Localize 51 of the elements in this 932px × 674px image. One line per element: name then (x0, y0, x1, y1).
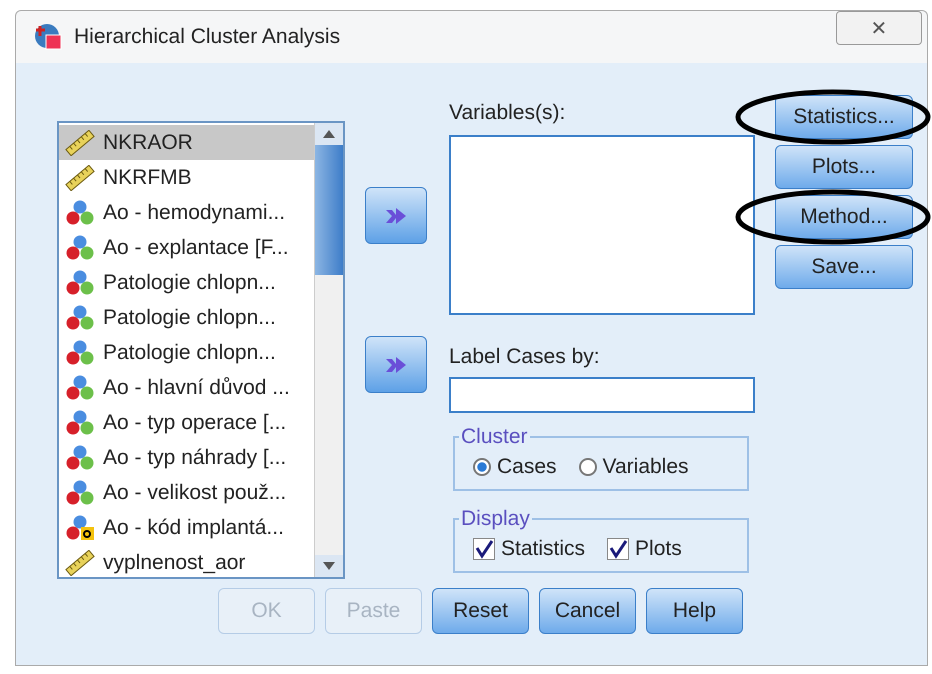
variable-item[interactable]: Ao - hlavní důvod ... (59, 370, 314, 405)
move-label-button[interactable] (365, 336, 427, 393)
variable-item[interactable]: Ao - velikost použ... (59, 475, 314, 510)
nominal-variable-icon (65, 410, 95, 436)
arrow-icon (384, 206, 408, 226)
scrollbar[interactable] (314, 123, 343, 577)
dialog-button[interactable]: Reset (432, 588, 529, 634)
string-variable-icon (65, 514, 95, 540)
variable-item[interactable]: Ao - kód implantá... (59, 510, 314, 545)
variables-label: Variables(s): (449, 101, 566, 126)
label-cases-label: Label Cases by: (449, 345, 601, 370)
close-button[interactable]: ✕ (836, 11, 922, 45)
nominal-variable-icon (65, 480, 95, 506)
variables-list-box[interactable] (449, 135, 755, 315)
app-icon (34, 22, 64, 52)
nominal-variable-icon (65, 270, 95, 296)
nominal-variable-icon (65, 234, 95, 260)
variable-item[interactable]: Ao - typ operace [... (59, 405, 314, 440)
nominal-variable-icon (65, 444, 95, 470)
radio-option[interactable]: Cases (473, 455, 557, 479)
radio-option[interactable]: Variables (578, 455, 689, 479)
scroll-down-icon (323, 562, 335, 570)
group-title: Cluster (460, 425, 529, 449)
group-title: Display (460, 507, 531, 531)
nominal-variable-icon (65, 374, 95, 400)
nominal-variable-icon (65, 304, 95, 330)
dialog-button[interactable]: Save... (775, 245, 913, 289)
variable-item[interactable]: Patologie chlopn... (59, 265, 314, 300)
variable-item[interactable]: Patologie chlopn... (59, 335, 314, 370)
variable-item[interactable]: Ao - explantace [F... (59, 230, 314, 265)
dialog-button[interactable]: Statistics... (775, 95, 913, 139)
scroll-up-icon (323, 130, 335, 138)
dialog-button[interactable]: Cancel (539, 588, 636, 634)
dialog-button[interactable]: Help (646, 588, 743, 634)
variable-item[interactable]: NKRFMB (59, 160, 314, 195)
nominal-variable-icon (65, 340, 95, 366)
variable-item[interactable]: Ao - hemodynami... (59, 195, 314, 230)
dialog-button[interactable]: Plots... (775, 145, 913, 189)
variable-list[interactable] (57, 121, 345, 579)
variable-item[interactable]: Patologie chlopn... (59, 300, 314, 335)
variable-item[interactable]: NKRAOR (59, 125, 314, 160)
variable-item[interactable]: vyplnenost_aor (59, 545, 314, 577)
dialog-button[interactable]: Method... (775, 195, 913, 239)
checkbox-option[interactable]: Plots (607, 537, 682, 561)
checkbox-option[interactable]: Statistics (473, 537, 586, 561)
variable-item[interactable]: Ao - typ náhrady [... (59, 440, 314, 475)
nominal-variable-icon (65, 200, 95, 226)
move-variable-button[interactable] (365, 187, 427, 244)
window-title: Hierarchical Cluster Analysis (74, 25, 340, 49)
label-cases-field[interactable] (449, 377, 755, 413)
arrow-icon (384, 354, 408, 374)
